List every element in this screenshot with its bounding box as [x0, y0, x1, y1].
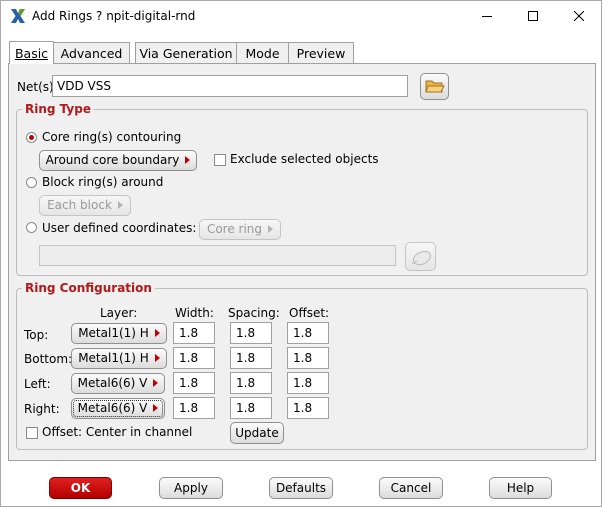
around-core-boundary-button[interactable]: Around core boundary [39, 150, 197, 171]
cancel-button[interactable]: Cancel [379, 477, 443, 499]
menu-arrow-icon [268, 225, 274, 233]
user-defined-label: User defined coordinates: [42, 221, 197, 235]
browse-nets-button[interactable] [420, 73, 449, 100]
nets-input[interactable]: VDD VSS [52, 75, 408, 97]
tab-mode[interactable]: Mode [236, 42, 289, 64]
folder-open-icon [424, 80, 445, 93]
spacing-input-right[interactable]: 1.8 [230, 397, 272, 419]
tab-advanced[interactable]: Advanced [53, 42, 130, 64]
menu-arrow-icon [154, 329, 160, 337]
block-ring-radio[interactable] [26, 177, 37, 188]
menu-arrow-icon [154, 354, 160, 362]
ring-type-title: Ring Type [22, 102, 94, 116]
pick-coordinates-button[interactable] [405, 242, 436, 271]
tab-basic[interactable]: Basic [9, 41, 54, 64]
menu-arrow-icon [117, 201, 123, 209]
layer-select-right[interactable]: Metal6(6) V [71, 398, 165, 419]
close-icon [574, 11, 584, 21]
width-input-bottom[interactable]: 1.8 [173, 347, 215, 369]
offset-input-bottom[interactable]: 1.8 [287, 347, 329, 369]
each-block-button[interactable]: Each block [39, 195, 131, 216]
offset-header: Offset: [289, 306, 330, 320]
width-input-right[interactable]: 1.8 [173, 397, 215, 419]
user-defined-radio[interactable] [26, 222, 37, 233]
minimize-button[interactable] [464, 1, 510, 31]
spacing-input-bottom[interactable]: 1.8 [230, 347, 272, 369]
layer-header: Layer: [100, 306, 138, 320]
tab-via-generation[interactable]: Via Generation [135, 42, 237, 64]
layer-select-bottom[interactable]: Metal1(1) H [71, 348, 167, 369]
defaults-button[interactable]: Defaults [269, 477, 333, 499]
close-button[interactable] [556, 1, 602, 31]
window-title: Add Rings ? npit-digital-rnd [32, 9, 196, 23]
core-ring-label: Core ring(s) contouring [42, 130, 182, 144]
side-label-bottom: Bottom: [24, 352, 73, 366]
spacing-input-top[interactable]: 1.8 [230, 322, 272, 344]
offset-input-right[interactable]: 1.8 [287, 397, 329, 419]
offset-center-label: Offset: Center in channel [42, 425, 193, 439]
exclude-selected-checkbox[interactable] [214, 154, 226, 166]
basic-panel: Net(s): VDD VSS Ring Type Core ring(s) c… [8, 63, 596, 461]
help-button[interactable]: Help [489, 477, 552, 499]
title-bar[interactable]: Add Rings ? npit-digital-rnd [1, 1, 601, 31]
side-label-right: Right: [24, 402, 60, 416]
width-input-top[interactable]: 1.8 [173, 322, 215, 344]
spacing-input-left[interactable]: 1.8 [230, 372, 272, 394]
layer-select-top[interactable]: Metal1(1) H [71, 323, 167, 344]
ring-config-title: Ring Configuration [22, 281, 155, 295]
tab-preview[interactable]: Preview [288, 42, 354, 64]
app-logo-icon [11, 9, 25, 23]
mouse-pick-icon [411, 250, 431, 266]
layer-select-left[interactable]: Metal6(6) V [71, 373, 165, 394]
width-input-left[interactable]: 1.8 [173, 372, 215, 394]
side-label-top: Top: [24, 328, 49, 342]
core-ring-radio[interactable] [26, 132, 37, 143]
offset-center-checkbox[interactable] [26, 427, 38, 439]
update-button[interactable]: Update [230, 422, 284, 444]
user-coordinates-input[interactable] [39, 245, 396, 266]
menu-arrow-icon [153, 404, 159, 412]
core-ring-button[interactable]: Core ring [199, 219, 281, 240]
maximize-button[interactable] [510, 1, 556, 31]
exclude-selected-label: Exclude selected objects [230, 152, 379, 166]
apply-button[interactable]: Apply [159, 477, 223, 499]
minimize-icon [482, 16, 492, 17]
width-header: Width: [175, 306, 214, 320]
block-ring-label: Block ring(s) around [42, 175, 164, 189]
menu-arrow-icon [185, 156, 191, 164]
side-label-left: Left: [24, 377, 51, 391]
offset-input-left[interactable]: 1.8 [287, 372, 329, 394]
add-rings-dialog: Add Rings ? npit-digital-rnd Basic Advan… [0, 0, 602, 507]
maximize-icon [528, 11, 538, 21]
spacing-header: Spacing: [228, 306, 280, 320]
menu-arrow-icon [153, 379, 159, 387]
offset-input-top[interactable]: 1.8 [287, 322, 329, 344]
ok-button[interactable]: OK [49, 477, 112, 499]
